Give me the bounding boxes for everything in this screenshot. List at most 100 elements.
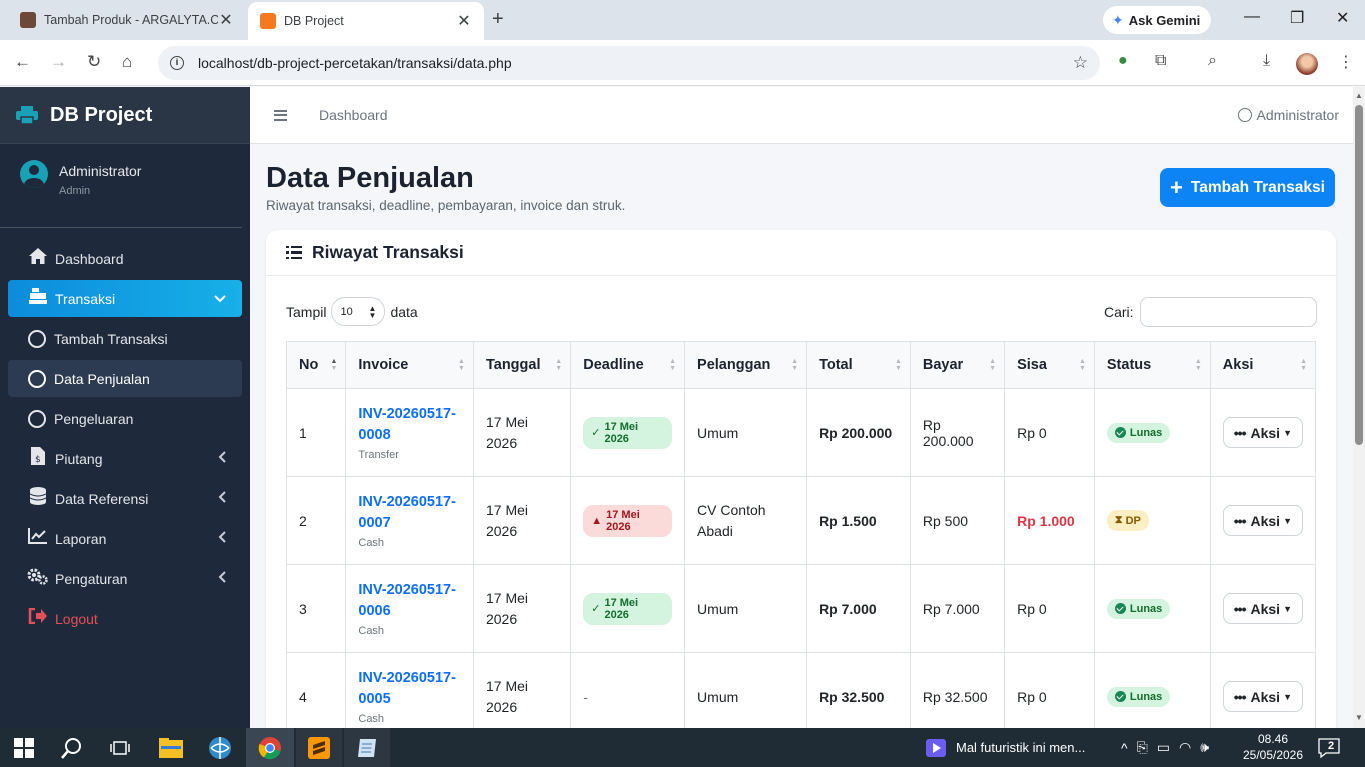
- table-header-row: No ▲ ▼ Invoice ▲ ▼ Tanggal ▲ ▼ Deadline ▲ ▼ Pela…: [285, 341, 1317, 389]
- column-header-pelanggan[interactable]: Pelanggan ▲ ▼: [684, 341, 808, 389]
- chevron-up-icon[interactable]: ^: [1121, 740, 1128, 756]
- search-input[interactable]: [1139, 297, 1317, 327]
- close-tab-icon[interactable]: ✕: [218, 10, 234, 30]
- deadline-text: 17 Mei 2026: [606, 508, 640, 533]
- new-tab-icon[interactable]: +: [492, 8, 504, 31]
- sidebar-item-label: Pengeluaran: [54, 410, 134, 427]
- action-dropdown-button[interactable]: ••• Aksi ▼: [1222, 681, 1303, 712]
- sublime-text-icon[interactable]: [296, 728, 342, 767]
- reload-icon[interactable]: ↻: [87, 52, 101, 72]
- cell-remaining: Rp 0: [1004, 564, 1095, 653]
- status-badge: Lunas: [1106, 422, 1171, 443]
- customer-part: Umum: [697, 424, 739, 441]
- network-app-icon[interactable]: [196, 728, 244, 767]
- url-text[interactable]: localhost/db-project-percetakan/transaks…: [198, 55, 1073, 71]
- restore-icon[interactable]: ❐: [1290, 8, 1304, 28]
- cell-customer: Umum: [684, 564, 808, 653]
- brand[interactable]: DB Project: [0, 87, 250, 144]
- column-header-no[interactable]: No ▲ ▼: [285, 341, 347, 389]
- battery-icon[interactable]: ▭: [1157, 739, 1170, 756]
- windows-start-icon[interactable]: [0, 728, 48, 767]
- scroll-up-arrow-icon[interactable]: ▲: [1355, 91, 1363, 100]
- column-header-tanggal[interactable]: Tanggal ▲ ▼: [472, 341, 572, 389]
- page-subtitle: Riwayat transaksi, deadline, pembayaran,…: [266, 198, 626, 213]
- sidebar-item-pengeluaran[interactable]: Pengeluaran: [8, 400, 242, 437]
- sidebar-item-data-penjualan[interactable]: Data Penjualan: [8, 360, 242, 397]
- file-explorer-icon[interactable]: [147, 728, 195, 767]
- extension-globe-icon[interactable]: ●: [1118, 52, 1128, 70]
- transactions-table: No ▲ ▼ Invoice ▲ ▼ Tanggal ▲ ▼ Deadline ▲ ▼ Pela…: [285, 341, 1317, 728]
- action-dropdown-button[interactable]: ••• Aksi ▼: [1222, 505, 1303, 536]
- hamburger-menu-icon[interactable]: [274, 107, 287, 123]
- circle-icon: [28, 409, 46, 428]
- sidebar-item-piutang[interactable]: $ Piutang: [8, 440, 242, 477]
- task-view-icon[interactable]: [96, 728, 144, 767]
- invoice-link[interactable]: INV-20260517- 0007: [358, 492, 461, 534]
- minimize-icon[interactable]: —: [1244, 8, 1260, 26]
- notification-center-icon[interactable]: 2: [1318, 728, 1340, 767]
- extensions-puzzle-icon[interactable]: ⧉: [1155, 52, 1166, 70]
- cell-remaining: Rp 0: [1004, 388, 1095, 477]
- column-header-sisa[interactable]: Sisa ▲ ▼: [1004, 341, 1095, 389]
- wifi-icon[interactable]: ◠: [1179, 739, 1191, 756]
- column-header-aksi[interactable]: Aksi ▲ ▼: [1209, 341, 1317, 389]
- sidebar-item-transaksi[interactable]: Transaksi: [8, 280, 242, 317]
- browser-tab-2[interactable]: DB Project ✕: [248, 2, 484, 40]
- user-menu[interactable]: Administrator: [1237, 107, 1339, 123]
- chrome-menu-icon[interactable]: ⋮: [1338, 52, 1354, 72]
- clock-time: 08.46: [1257, 732, 1289, 746]
- nav-link-dashboard[interactable]: Dashboard: [319, 107, 388, 123]
- home-icon[interactable]: ⌂: [122, 52, 132, 72]
- ask-gemini-button[interactable]: ✦ Ask Gemini: [1103, 6, 1211, 34]
- sidebar-item-data-referensi[interactable]: Data Referensi: [8, 480, 242, 517]
- scrollbar-thumb[interactable]: [1355, 105, 1363, 445]
- bookmark-star-icon[interactable]: ☆: [1073, 53, 1088, 73]
- column-header-deadline[interactable]: Deadline ▲ ▼: [570, 341, 686, 389]
- table-row: 1 INV-20260517- 0008 Transfer 17 Mei 2026 …: [285, 388, 1317, 477]
- action-dropdown-button[interactable]: ••• Aksi ▼: [1222, 417, 1303, 448]
- invoice-link[interactable]: INV-20260517- 0008: [358, 404, 461, 446]
- check-icon: ✓: [591, 427, 601, 439]
- system-tray[interactable]: ^ ⎘ ▭ ◠ 🕪: [1121, 728, 1209, 767]
- column-header-invoice[interactable]: Invoice ▲ ▼: [345, 341, 474, 389]
- sidebar-item-logout[interactable]: Logout: [8, 600, 242, 637]
- sidebar-item-dashboard[interactable]: Dashboard: [8, 240, 242, 277]
- cell-no: 3: [285, 564, 347, 653]
- chrome-icon[interactable]: [246, 728, 294, 767]
- profile-avatar[interactable]: [1296, 53, 1318, 75]
- transactions-card: Riwayat Transaksi Tampil 10 ▲ ▼ data Cari…: [266, 230, 1336, 728]
- page-length-select[interactable]: 10 ▲ ▼: [331, 297, 386, 326]
- url-bar[interactable]: i localhost/db-project-percetakan/transa…: [158, 46, 1100, 80]
- close-tab-icon[interactable]: ✕: [456, 11, 472, 31]
- action-dropdown-button[interactable]: ••• Aksi ▼: [1222, 593, 1303, 624]
- invoice-part: INV-20260517-: [358, 670, 456, 686]
- page-scrollbar[interactable]: ▲ ▼: [1353, 87, 1365, 728]
- sidebar-item-laporan[interactable]: Laporan: [8, 520, 242, 557]
- clock[interactable]: 08.46 25/05/2026: [1242, 731, 1304, 763]
- usb-device-icon[interactable]: ⎘: [1137, 739, 1148, 756]
- back-icon[interactable]: ←: [14, 52, 31, 72]
- user-panel[interactable]: Administrator Admin: [0, 144, 242, 228]
- download-icon[interactable]: ⤓: [1263, 52, 1270, 70]
- sidebar-item-tambah-transaksi[interactable]: Tambah Transaksi: [8, 320, 242, 357]
- media-notification[interactable]: Mal futuristik ini men...: [926, 728, 1085, 767]
- close-window-icon[interactable]: ✕: [1336, 8, 1349, 28]
- forward-icon[interactable]: →: [50, 52, 67, 72]
- notepad-icon[interactable]: [344, 728, 390, 767]
- browser-tab-1[interactable]: Tambah Produk - ARGALYTA.CO ✕: [8, 0, 246, 40]
- volume-icon[interactable]: 🕪: [1200, 739, 1209, 756]
- search-icon[interactable]: [48, 728, 96, 767]
- sidebar-item-pengaturan[interactable]: Pengaturan: [8, 560, 242, 597]
- status-text: Lunas: [1129, 426, 1163, 439]
- invoice-part: INV-20260517-: [358, 582, 456, 598]
- column-header-bayar[interactable]: Bayar ▲ ▼: [909, 341, 1006, 389]
- invoice-link[interactable]: INV-20260517- 0005: [358, 668, 461, 710]
- date-part: 17 Mei: [485, 589, 529, 606]
- site-info-icon[interactable]: i: [170, 56, 184, 70]
- tab-search-icon[interactable]: ⌕: [1208, 52, 1217, 70]
- add-transaction-button[interactable]: + Tambah Transaksi: [1160, 168, 1335, 207]
- column-header-status[interactable]: Status ▲ ▼: [1093, 341, 1211, 389]
- scroll-down-arrow-icon[interactable]: ▼: [1355, 713, 1363, 722]
- invoice-link[interactable]: INV-20260517- 0006: [358, 580, 461, 622]
- column-header-total[interactable]: Total ▲ ▼: [806, 341, 911, 389]
